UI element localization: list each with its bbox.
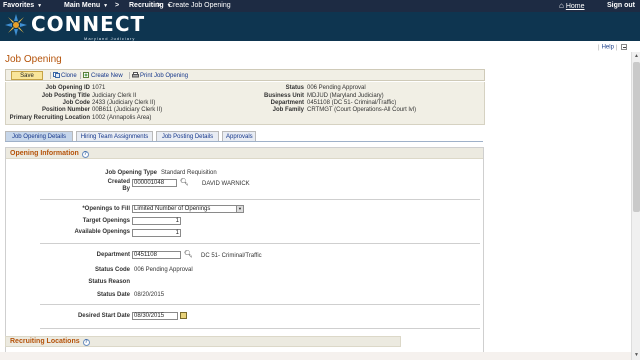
department-field[interactable]: 0451108 xyxy=(132,251,181,259)
divider xyxy=(40,199,480,200)
scroll-up-icon[interactable]: ▲ xyxy=(633,53,640,60)
lookup-icon[interactable]: 🔍︎ xyxy=(184,250,193,258)
vertical-scrollbar[interactable]: ▲ ▼ xyxy=(631,52,640,360)
toolbar-divider xyxy=(129,72,130,79)
job-opening-summary: Job Opening ID 1071 Job Posting Title Ju… xyxy=(5,82,485,125)
collapse-icon[interactable] xyxy=(621,44,628,50)
status-code-value: 006 Pending Approval xyxy=(134,267,193,273)
help-icon[interactable]: ? xyxy=(82,339,90,346)
job-opening-type-value: Standard Requisition xyxy=(161,170,217,176)
create-new-link[interactable]: Create New xyxy=(83,72,123,79)
breadcrumb-current[interactable]: Create Job Opening xyxy=(168,2,231,9)
openings-to-fill-label: *Openings to Fill xyxy=(82,206,130,212)
connect-logo-icon xyxy=(5,14,27,36)
created-by-label: Created xyxy=(107,179,130,185)
created-by-label-2: By xyxy=(122,186,130,192)
logo-wordmark: CONNECT xyxy=(31,12,146,36)
logo-subtitle: Maryland Judiciary xyxy=(84,36,136,41)
toolbar-divider xyxy=(80,72,81,79)
created-by-name: DAVID WARNICK xyxy=(202,181,250,187)
clone-link[interactable]: Clone xyxy=(53,72,77,79)
home-icon: ⌂ xyxy=(559,1,564,10)
desired-start-date-label: Desired Start Date xyxy=(77,313,130,319)
scrollbar-thumb[interactable] xyxy=(633,62,640,212)
dropdown-arrow-icon: ▼ xyxy=(37,3,43,9)
toolbar-divider xyxy=(50,72,51,79)
divider xyxy=(40,243,480,244)
available-openings-label: Available Openings xyxy=(74,229,130,235)
dropdown-arrow-icon: ▼ xyxy=(103,3,109,9)
lookup-icon[interactable]: 🔍︎ xyxy=(180,178,189,186)
department-description: DC 51- Criminal/Traffic xyxy=(201,253,262,259)
main-menu[interactable]: Main Menu ▼ xyxy=(64,2,108,9)
help-icon[interactable]: ? xyxy=(81,151,89,158)
clone-icon xyxy=(53,72,60,78)
top-navigation-bar: Favorites ▼ Main Menu ▼ > Recruiting ▼ > Cr… xyxy=(0,0,640,12)
status-reason-label: Status Reason xyxy=(88,279,130,285)
help-bar: | Help | xyxy=(596,44,628,51)
recruiting-locations-section-header[interactable]: Recruiting Locations? xyxy=(5,336,401,347)
breadcrumb-separator: > xyxy=(157,2,162,9)
status-date-label: Status Date xyxy=(96,292,130,298)
help-link[interactable]: Help xyxy=(602,45,614,51)
section-header[interactable]: Opening Information? xyxy=(6,148,483,159)
home-link[interactable]: ⌂ Home xyxy=(559,1,585,10)
section-title: Opening Information? xyxy=(10,150,89,158)
calendar-icon[interactable] xyxy=(180,312,187,319)
status-code-label: Status Code xyxy=(94,267,130,273)
department-label: Department xyxy=(96,252,130,258)
tab-underline xyxy=(5,141,483,142)
sign-out-link[interactable]: Sign out xyxy=(607,2,635,9)
target-openings-field[interactable]: 1 xyxy=(132,217,181,225)
print-icon xyxy=(132,72,139,78)
page-title: Job Opening xyxy=(5,54,62,65)
divider xyxy=(40,304,480,305)
created-by-field[interactable]: 000001048 xyxy=(132,179,177,187)
available-openings-field[interactable]: 1 xyxy=(132,229,181,237)
desired-start-date-field[interactable]: 08/30/2015 xyxy=(132,312,178,320)
job-opening-type-label: Job Opening Type xyxy=(105,170,157,176)
breadcrumb-separator: > xyxy=(115,2,120,9)
create-new-icon xyxy=(83,72,89,78)
status-strip xyxy=(0,352,631,360)
section-title: Recruiting Locations? xyxy=(10,338,90,346)
scroll-down-icon[interactable]: ▼ xyxy=(633,352,640,359)
target-openings-label: Target Openings xyxy=(82,218,130,224)
openings-to-fill-select[interactable]: Limited Number of Openings ▼ xyxy=(132,205,244,213)
divider xyxy=(40,328,480,329)
toolbar: Save Clone Create New Print Job Opening xyxy=(5,69,485,81)
status-date-value: 08/20/2015 xyxy=(134,292,165,298)
recruiting-menu[interactable]: Recruiting ▼ xyxy=(129,2,172,9)
print-job-opening-link[interactable]: Print Job Opening xyxy=(132,72,188,79)
dropdown-arrow-icon: ▼ xyxy=(236,206,243,212)
favorites-menu[interactable]: Favorites ▼ xyxy=(3,2,42,9)
save-button[interactable]: Save xyxy=(11,71,43,80)
